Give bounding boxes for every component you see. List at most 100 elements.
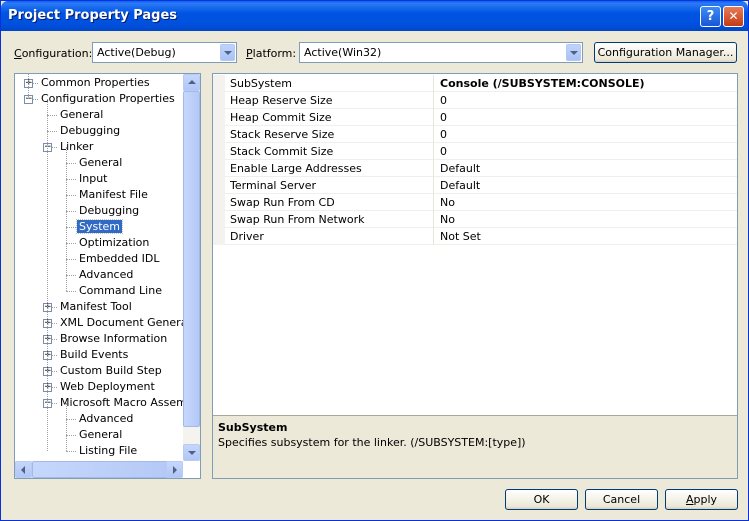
tree-item-label: Listing File [79,444,138,457]
property-value[interactable]: Default [440,162,480,175]
tree-item-label: Configuration Properties [41,92,175,105]
tree-item[interactable]: Command Line [77,283,164,299]
configuration-manager-button[interactable]: Configuration Manager... [594,42,737,63]
tree-connector [66,243,76,244]
property-row[interactable]: SubSystem Console (/SUBSYSTEM:CONSOLE) [213,75,737,92]
help-button[interactable]: ? [700,6,721,27]
property-row[interactable]: Stack Reserve Size 0 [213,126,737,143]
scroll-up-button[interactable] [183,74,200,91]
property-value[interactable]: 0 [440,145,447,158]
property-name: Terminal Server [230,179,317,192]
configuration-label-accel: C [14,47,22,60]
close-button[interactable]: ✕ [723,6,744,27]
tree-connector [47,99,48,451]
tree-horizontal-scrollbar[interactable] [15,461,183,478]
property-value[interactable]: 0 [440,94,447,107]
tree-item[interactable]: Optimization [77,235,151,251]
scroll-thumb[interactable] [183,91,200,427]
tree-connector [66,275,76,276]
column-divider [433,75,434,92]
property-value[interactable]: Not Set [440,230,481,243]
property-value[interactable]: Default [440,179,480,192]
row-gutter [213,126,225,143]
tree-vertical-scrollbar[interactable] [183,74,200,461]
property-row[interactable]: Stack Commit Size 0 [213,143,737,160]
scroll-right-button[interactable] [166,461,183,478]
property-pages-window: Project Property Pages ? ✕ Configuration… [0,0,749,521]
property-name: Enable Large Addresses [230,162,362,175]
column-divider [433,143,434,160]
scroll-left-button[interactable] [15,461,32,478]
cancel-button[interactable]: Cancel [585,489,658,510]
property-row[interactable]: Heap Reserve Size 0 [213,92,737,109]
configuration-label-rest: onfiguration: [21,47,93,60]
tree-item[interactable]: Browse Information [58,331,169,347]
tree-item-label: Debugging [60,124,121,137]
tree-item[interactable]: Embedded IDL [77,251,161,267]
property-name: Stack Reserve Size [230,128,335,141]
window-title: Project Property Pages [8,8,178,23]
property-row[interactable]: Heap Commit Size 0 [213,109,737,126]
property-row[interactable]: Terminal Server Default [213,177,737,194]
tree-item-label: Advanced [79,412,134,425]
tree-item-label: Web Deployment [60,380,155,393]
tree-item[interactable]: General [77,155,124,171]
tree-item-label: General [60,108,104,121]
property-name: Driver [230,230,264,243]
tree-item[interactable]: Custom Build Step [58,363,164,379]
property-row[interactable]: Swap Run From Network No [213,211,737,228]
tree-item[interactable]: Configuration Properties [39,91,177,107]
tree-connector [47,115,57,116]
ok-button[interactable]: OK [505,489,578,510]
property-value[interactable]: Console (/SUBSYSTEM:CONSOLE) [440,77,645,90]
property-value[interactable]: No [440,196,455,209]
row-gutter [213,92,225,109]
tree-item-label: Custom Build Step [60,364,162,377]
scroll-thumb[interactable] [32,461,168,478]
tree-connector [66,163,76,164]
property-row[interactable]: Enable Large Addresses Default [213,160,737,177]
tree-item-label: General [79,156,123,169]
tree-item[interactable]: Listing File [77,443,139,459]
tree-connector [66,195,76,196]
tree-item[interactable]: General [58,107,105,123]
tree-item-label: Manifest Tool [60,300,132,313]
tree-item-label: Embedded IDL [79,252,160,265]
tree-item[interactable]: Advanced [77,267,135,283]
column-divider [433,92,434,109]
property-row[interactable]: Swap Run From CD No [213,194,737,211]
tree-item[interactable]: Debugging [77,203,141,219]
tree-item[interactable]: Advanced [77,411,135,427]
apply-button[interactable]: Apply [665,489,738,510]
tree-item[interactable]: System [75,219,124,235]
tree-item[interactable]: Debugging [58,123,122,139]
property-value[interactable]: No [440,213,455,226]
tree-item[interactable]: Build Events [58,347,130,363]
tree-item[interactable]: Linker [58,139,95,155]
tree-item[interactable]: General [77,427,124,443]
tree-item[interactable]: XML Document Generator [58,315,200,331]
tree-item[interactable]: Common Properties [39,75,152,91]
column-divider [433,211,434,228]
tree-connector [66,419,76,420]
platform-select[interactable]: Active(Win32) [299,42,583,63]
property-row[interactable]: Driver Not Set [213,228,737,245]
tree-item[interactable]: Manifest Tool [58,299,134,315]
chevron-down-icon[interactable] [220,44,235,61]
tree-item[interactable]: Manifest File [77,187,150,203]
configuration-select[interactable]: Active(Debug) [92,42,237,63]
property-grid: SubSystem Console (/SUBSYSTEM:CONSOLE) Hea… [212,73,738,479]
column-divider [433,126,434,143]
tree-connector [66,227,76,228]
property-name: Heap Commit Size [230,111,332,124]
tree-item[interactable]: Microsoft Macro Assembler [58,395,200,411]
scroll-down-button[interactable] [183,444,200,461]
chevron-down-icon[interactable] [566,44,581,61]
row-gutter [213,160,225,177]
tree-item[interactable]: Web Deployment [58,379,157,395]
property-value[interactable]: 0 [440,128,447,141]
property-value[interactable]: 0 [440,111,447,124]
tree-item-label: Optimization [79,236,150,249]
tree-item-label: System [75,219,124,234]
tree-item[interactable]: Input [77,171,109,187]
